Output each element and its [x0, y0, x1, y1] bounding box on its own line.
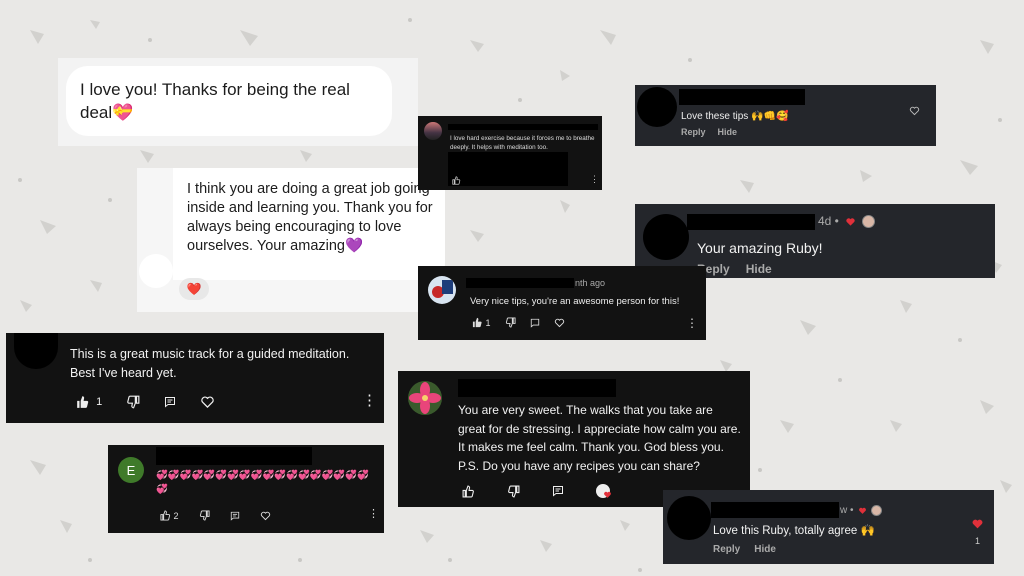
avatar [14, 333, 58, 369]
comment-card-1: I love you! Thanks for being the real de… [58, 58, 418, 146]
more-options-icon[interactable]: ⋮ [686, 316, 698, 330]
reply-icon[interactable] [164, 396, 176, 408]
gift-heart-emoji: 💝 [112, 103, 134, 122]
comment-card-3: I love hard exercise because it forces m… [418, 116, 602, 190]
creator-avatar [870, 505, 882, 516]
like-count: 2 [173, 510, 179, 521]
comment-text: I love you! Thanks for being the real de… [80, 80, 350, 122]
hide-button[interactable]: Hide [746, 262, 772, 276]
comment-card-10: w • Love this Ruby, totally agree 🙌 Repl… [663, 490, 994, 564]
like-icon[interactable]: 1 [76, 395, 102, 409]
reaction-badge[interactable]: ❤️ [179, 278, 209, 300]
timestamp: w • [840, 505, 854, 516]
avatar [424, 122, 442, 140]
redacted-block [679, 89, 805, 105]
comment-card-7: This is a great music track for a guided… [6, 333, 384, 423]
timestamp: nth ago [575, 278, 606, 288]
like-count: 1 [96, 395, 103, 408]
avatar [643, 214, 689, 260]
action-row: 2 [160, 510, 271, 521]
redacted-block [448, 152, 568, 186]
redacted-block [687, 214, 815, 230]
reply-icon[interactable] [230, 511, 240, 521]
timestamp: 4d • [818, 214, 839, 228]
dislike-icon[interactable] [199, 510, 210, 521]
redacted-block [448, 124, 598, 130]
comment-text: I love hard exercise because it forces m… [450, 135, 595, 151]
dislike-icon[interactable] [507, 485, 520, 498]
heart-outline-icon[interactable] [200, 394, 215, 409]
heart-icon [858, 507, 866, 514]
comment-text: Love this Ruby, totally agree 🙌 [713, 525, 875, 537]
comment-text: You are very sweet. The walks that you t… [458, 403, 741, 473]
redacted-block [156, 447, 312, 465]
comment-text: I think you are doing a great job going … [187, 181, 433, 254]
heart-icon[interactable] [971, 517, 984, 530]
comment-text: This is a great music track for a guided… [70, 347, 350, 380]
comment-text: Your amazing Ruby! [697, 240, 823, 256]
heart-outline-icon[interactable] [260, 510, 271, 521]
heart-reaction-icon: ❤️ [186, 282, 202, 296]
like-count: 1 [485, 317, 491, 328]
dislike-icon[interactable] [126, 395, 140, 409]
like-count: 1 [975, 536, 981, 546]
avatar-letter: E [118, 457, 144, 483]
like-icon[interactable]: 2 [160, 510, 179, 521]
comment-card-9: E 💞💞💞💞💞💞💞💞💞💞💞💞💞💞💞💞💞💞💞 2 ⋮ [108, 445, 384, 533]
action-row: Reply Hide [697, 262, 772, 276]
creator-heart-badge [596, 484, 611, 498]
like-icon[interactable] [452, 176, 461, 185]
action-row: 1 [76, 394, 215, 409]
action-row: 1 [472, 317, 565, 328]
redacted-block [711, 502, 839, 518]
comment-card-8: You are very sweet. The walks that you t… [398, 371, 750, 507]
more-options-icon[interactable]: ⋮ [590, 174, 599, 185]
heart-outline-icon[interactable] [554, 317, 565, 328]
comment-text: Love these tips 🙌👊🥰 [681, 111, 789, 122]
more-options-icon[interactable]: ⋮ [362, 391, 377, 409]
like-icon[interactable]: 1 [472, 317, 491, 328]
heart-icon [846, 217, 855, 226]
dislike-icon[interactable] [505, 317, 516, 328]
purple-heart-emoji: 💜 [345, 238, 364, 254]
reply-icon[interactable] [552, 485, 564, 497]
action-row [462, 484, 611, 498]
comment-card-6: nth ago Very nice tips, you're an awesom… [418, 266, 706, 340]
emoji: 🙌 [860, 525, 875, 537]
comment-text: Very nice tips, you're an awesome person… [470, 296, 680, 307]
comment-card-2: I think you are doing a great job going … [137, 168, 445, 312]
comment-card-4: Love these tips 🙌👊🥰 Reply Hide [635, 85, 936, 146]
hide-button[interactable]: Hide [754, 544, 776, 555]
comment-meta: 4d • [818, 214, 875, 228]
like-icon[interactable] [462, 485, 475, 498]
avatar [428, 276, 456, 304]
avatar [139, 254, 173, 288]
comment-meta: w • [840, 505, 882, 516]
action-row: Reply Hide [713, 544, 776, 555]
redacted-block [458, 379, 616, 397]
reply-button[interactable]: Reply [713, 544, 740, 555]
heart-outline-icon[interactable] [909, 105, 920, 116]
more-options-icon[interactable]: ⋮ [368, 507, 379, 520]
avatar-flower [408, 381, 442, 415]
emoji: 🙌👊🥰 [751, 111, 789, 122]
hide-button[interactable]: Hide [718, 127, 738, 137]
creator-avatar [861, 214, 875, 228]
comment-emojis: 💞💞💞💞💞💞💞💞💞💞💞💞💞💞💞💞💞💞💞 [156, 470, 369, 495]
avatar [637, 87, 677, 127]
redacted-block [466, 278, 574, 288]
reply-icon[interactable] [530, 318, 540, 328]
avatar [667, 496, 711, 540]
reply-button[interactable]: Reply [681, 127, 706, 137]
action-row: Reply Hide [681, 127, 737, 137]
